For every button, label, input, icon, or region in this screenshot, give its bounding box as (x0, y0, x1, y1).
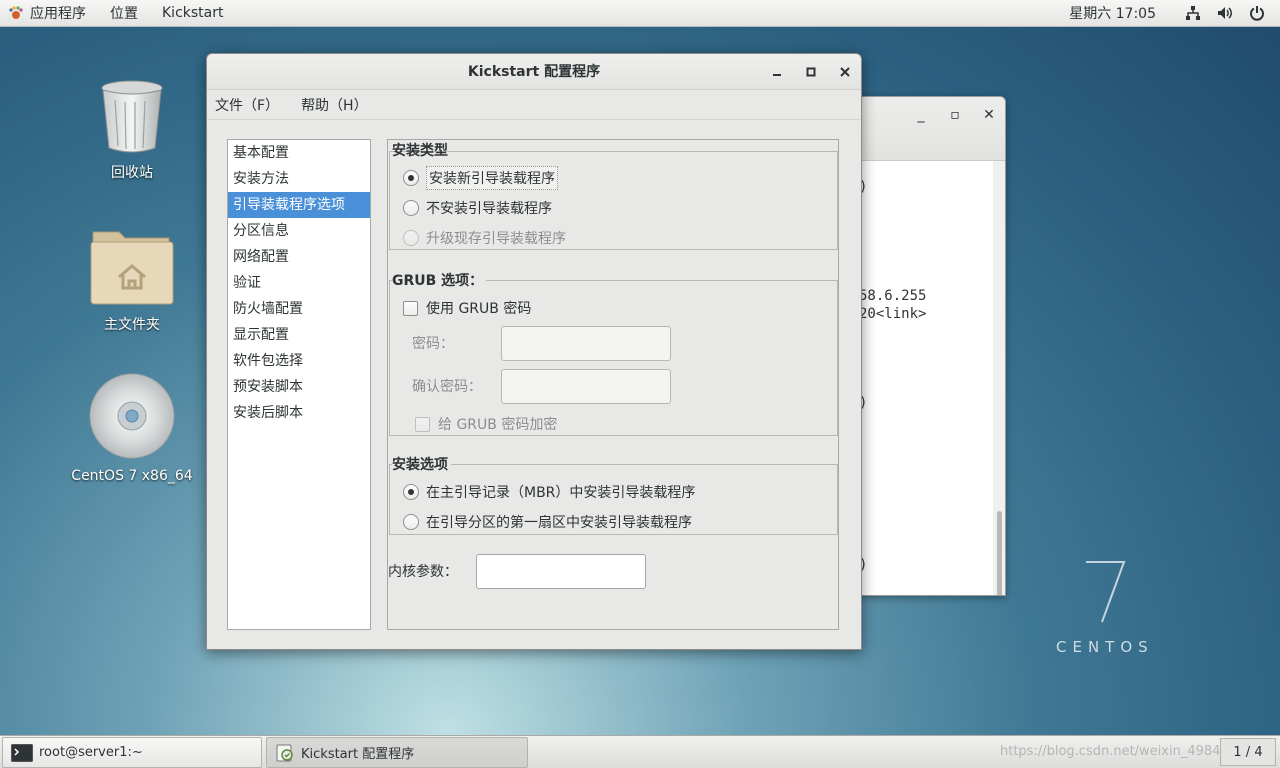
section-list: 基本配置 安装方法 引导装载程序选项 分区信息 网络配置 验证 防火墙配置 显示… (227, 139, 371, 630)
checkbox-icon (415, 416, 430, 432)
radio-icon (403, 230, 419, 246)
radio-install-mbr-label: 在主引导记录（MBR）中安装引导装载程序 (426, 485, 696, 501)
use-grub-password-label: 使用 GRUB 密码 (426, 301, 532, 317)
radio-install-first-sector-label: 在引导分区的第一扇区中安装引导装载程序 (426, 515, 692, 531)
window-titlebar[interactable]: Kickstart 配置程序 (207, 54, 861, 90)
terminal-scrollbar[interactable] (993, 161, 1005, 595)
radio-upgrade: 升级现存引导装载程序 (403, 228, 566, 248)
minimize-icon[interactable] (767, 62, 787, 82)
home-folder-icon (90, 231, 174, 305)
task-kickstart[interactable]: Kickstart 配置程序 (266, 737, 528, 768)
clock[interactable]: 星期六 17:05 (1069, 3, 1156, 23)
radio-install-first-sector[interactable]: 在引导分区的第一扇区中安装引导装载程序 (403, 512, 692, 532)
close-icon[interactable] (835, 62, 855, 82)
terminal-titlebar[interactable]: _ ▫ ✕ (859, 97, 1005, 161)
install-options-title: 安装选项 (392, 454, 451, 474)
scroll-thumb[interactable] (997, 511, 1002, 595)
power-icon[interactable] (1248, 4, 1266, 22)
applications-label: 应用程序 (30, 6, 86, 22)
task-terminal-label: root@server1:~ (39, 745, 143, 760)
top-bar: 应用程序 位置 Kickstart 星期六 17:05 (0, 0, 1280, 27)
nav-item-firewall-config[interactable]: 防火墙配置 (228, 296, 370, 322)
task-terminal[interactable]: root@server1:~ (2, 737, 262, 768)
grub-password-field[interactable] (501, 326, 671, 361)
nav-item-package-selection[interactable]: 软件包选择 (228, 348, 370, 374)
nav-item-pre-install-script[interactable]: 预安装脚本 (228, 374, 370, 400)
url-watermark: https://blog.csdn.net/weixin_4984464 (1000, 744, 1246, 759)
network-icon[interactable] (1184, 4, 1202, 22)
radio-upgrade-label: 升级现存引导装载程序 (426, 231, 566, 247)
terminal-window[interactable]: _ ▫ ✕ ) 58.6.255 20<link> ) ) (858, 96, 1006, 596)
checkbox-use-grub-password[interactable]: 使用 GRUB 密码 (403, 298, 531, 318)
grub-options-title: GRUB 选项： (392, 270, 487, 290)
taskbar: root@server1:~ Kickstart 配置程序 https://bl… (0, 735, 1280, 768)
menu-bar: 文件（F） 帮助（H） (207, 90, 861, 120)
encrypt-grub-password-label: 给 GRUB 密码加密 (438, 417, 558, 433)
terminal-line: 20<link> (859, 306, 927, 322)
centos-wordmark: CENTOS (1056, 638, 1154, 656)
desktop-trash[interactable]: 回收站 (67, 78, 197, 182)
radio-install-new-label: 安装新引导装载程序 (426, 166, 558, 190)
nav-item-partition-info[interactable]: 分区信息 (228, 218, 370, 244)
nav-item-network-config[interactable]: 网络配置 (228, 244, 370, 270)
radio-selected-icon (403, 484, 419, 500)
radio-install-mbr[interactable]: 在主引导记录（MBR）中安装引导装载程序 (403, 482, 695, 502)
minimize-icon[interactable]: _ (911, 105, 931, 125)
disc-icon (89, 373, 175, 459)
help-menu[interactable]: 帮助（H） (301, 95, 368, 115)
trash-icon (101, 80, 163, 153)
radio-selected-icon (403, 170, 419, 186)
radio-icon (403, 200, 419, 216)
radio-no-install-label: 不安装引导装载程序 (426, 201, 552, 217)
file-menu[interactable]: 文件（F） (215, 95, 279, 115)
nav-item-bootloader-options[interactable]: 引导装载程序选项 (228, 192, 370, 218)
checkbox-icon (403, 300, 418, 316)
confirm-password-label: 确认密码： (412, 379, 482, 395)
kernel-params-label: 内核参数： (388, 564, 458, 580)
applications-menu[interactable]: 应用程序 (0, 0, 98, 27)
maximize-icon[interactable] (801, 62, 821, 82)
nav-item-authentication[interactable]: 验证 (228, 270, 370, 296)
places-menu[interactable]: 位置 (98, 0, 150, 27)
app-menu[interactable]: Kickstart (150, 0, 235, 27)
window-title: Kickstart 配置程序 (467, 64, 601, 80)
foot-icon (8, 5, 24, 21)
nav-item-install-method[interactable]: 安装方法 (228, 166, 370, 192)
radio-icon (403, 514, 419, 530)
radio-install-new[interactable]: 安装新引导装载程序 (403, 166, 558, 190)
grub-confirm-password-field[interactable] (501, 369, 671, 404)
nav-item-basic-config[interactable]: 基本配置 (228, 140, 370, 166)
nav-item-post-install-script[interactable]: 安装后脚本 (228, 400, 370, 426)
desktop-dvd[interactable]: CentOS 7 x86_64 (67, 372, 197, 484)
kickstart-icon (275, 743, 295, 763)
terminal-line: 58.6.255 (859, 288, 927, 304)
home-folder-label: 主文件夹 (104, 317, 160, 333)
dvd-label: CentOS 7 x86_64 (71, 468, 193, 484)
maximize-icon[interactable]: ▫ (945, 105, 965, 125)
nav-item-display-config[interactable]: 显示配置 (228, 322, 370, 348)
task-kickstart-label: Kickstart 配置程序 (301, 747, 415, 762)
centos-seven-logo (1086, 561, 1126, 623)
close-icon[interactable]: ✕ (979, 105, 999, 125)
kickstart-window: Kickstart 配置程序 文件（F） 帮助（H） 基本配置 安装方法 引导装… (206, 53, 862, 650)
workspace-pager[interactable]: 1 / 4 (1220, 738, 1276, 766)
terminal-icon (11, 743, 33, 762)
desktop-home-folder[interactable]: 主文件夹 (67, 222, 197, 334)
bootloader-options-panel: 安装类型 安装新引导装载程序 不安装引导装载程序 升级现存引导装载程序 GRUB… (387, 139, 839, 630)
kernel-params-field[interactable] (476, 554, 646, 589)
radio-no-install[interactable]: 不安装引导装载程序 (403, 198, 552, 218)
install-type-title: 安装类型 (392, 143, 448, 159)
password-label: 密码： (412, 336, 454, 352)
terminal-output[interactable]: ) 58.6.255 20<link> ) ) (859, 161, 995, 595)
volume-icon[interactable] (1216, 4, 1234, 22)
trash-label: 回收站 (111, 165, 153, 181)
checkbox-encrypt-grub-password: 给 GRUB 密码加密 (415, 414, 557, 434)
